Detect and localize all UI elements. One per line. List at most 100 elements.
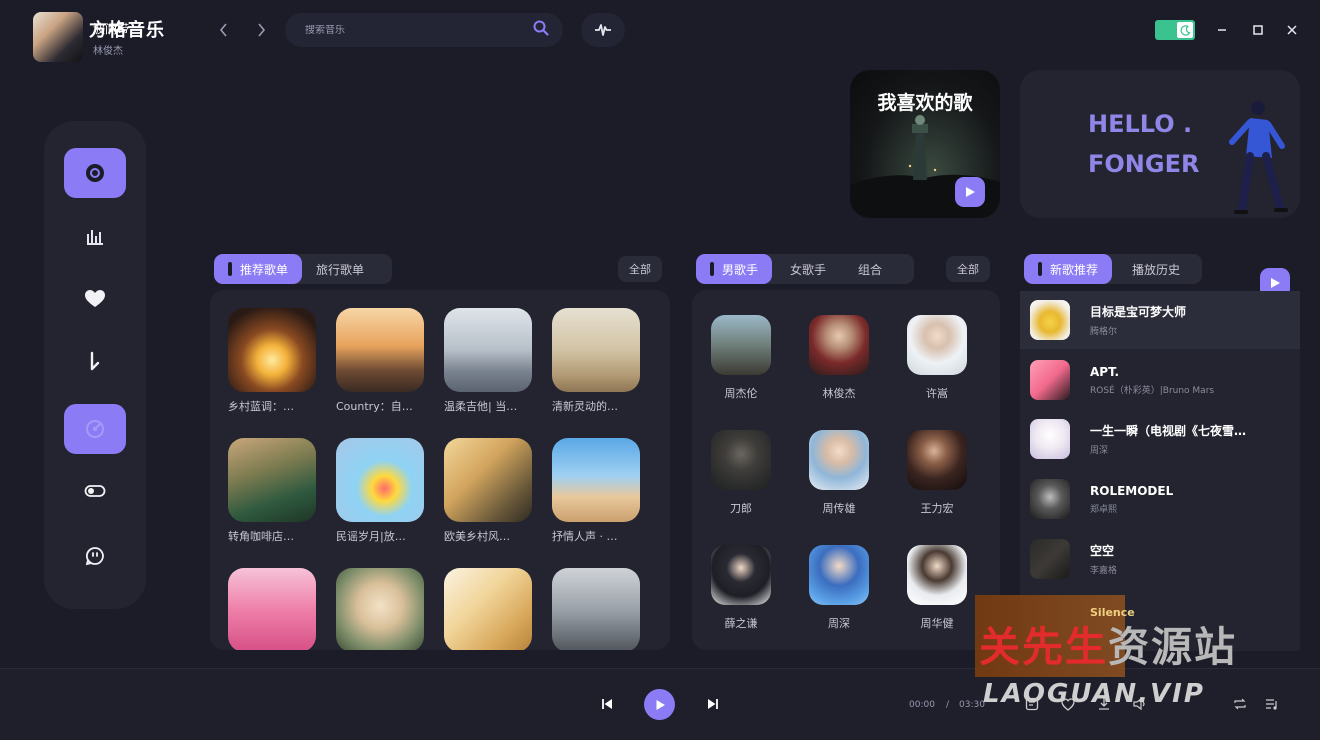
playlist-card[interactable] (444, 568, 534, 650)
artist-name: 周杰伦 (724, 387, 758, 400)
artist-card[interactable]: 林俊杰 (799, 315, 879, 401)
tab-groups[interactable]: 组合 (844, 254, 896, 284)
artist-card[interactable]: 周华健 (897, 545, 977, 631)
artist-card[interactable]: 许嵩 (897, 315, 977, 401)
tab-female-singers[interactable]: 女歌手 (772, 254, 844, 284)
favorite-songs-card[interactable]: 我喜欢的歌 (850, 70, 1000, 218)
minimize-button[interactable] (1212, 20, 1232, 40)
playlist-cover (552, 308, 640, 392)
watermark-url: LAOGUAN.VIP (983, 679, 1205, 709)
watermark-title: 关先生资源站 (979, 613, 1237, 673)
artist-card[interactable]: 刀郎 (701, 430, 781, 516)
playlist-title: 乡村蓝调：… (228, 400, 294, 413)
artist-avatar (809, 315, 869, 375)
playlist-card[interactable] (228, 568, 318, 650)
sidebar-item-about[interactable] (64, 531, 126, 581)
favorite-title: 我喜欢的歌 (877, 92, 973, 114)
playlist-cover (552, 568, 640, 650)
waveform-icon (595, 24, 611, 36)
song-artist: 李嘉格 (1090, 566, 1118, 576)
now-playing-title: 波间带 (93, 22, 130, 36)
previous-button[interactable] (595, 692, 619, 716)
playlist-card[interactable]: 抒情人声 · … (552, 438, 642, 544)
artist-name: 许嵩 (926, 387, 948, 400)
play-pause-button[interactable] (644, 689, 675, 720)
sidebar-item-music[interactable] (64, 337, 126, 387)
playlist-cover (444, 568, 532, 650)
artist-name: 周传雄 (822, 502, 856, 515)
time-separator: / (946, 700, 950, 710)
chevron-left-icon (219, 23, 227, 37)
heart-icon (85, 290, 105, 307)
playlist-card[interactable]: 清新灵动的… (552, 308, 642, 414)
song-row[interactable]: ROLEMODEL 郑卓熙 (1020, 470, 1300, 528)
artist-card[interactable]: 周杰伦 (701, 315, 781, 401)
artist-avatar (711, 545, 771, 605)
song-row[interactable]: 一生一瞬（电视剧《七夜雪… 周深 (1020, 410, 1300, 468)
artist-card[interactable]: 周深 (799, 545, 879, 631)
new-songs-tabs: 新歌推荐 播放历史 (1024, 254, 1202, 284)
playlist-card[interactable]: 乡村蓝调：… (228, 308, 318, 414)
song-artist: 腾格尔 (1090, 327, 1118, 337)
playlist-card[interactable]: 民谣岁月|放… (336, 438, 426, 544)
theme-toggle[interactable] (1155, 20, 1195, 40)
playlist-title: 转角咖啡店… (228, 530, 294, 543)
play-icon (656, 699, 665, 710)
tab-recommended-playlists[interactable]: 推荐歌单 (214, 254, 303, 284)
search-input[interactable] (305, 24, 533, 36)
artist-card[interactable]: 薛之谦 (701, 545, 781, 631)
now-playing-cover[interactable] (33, 12, 83, 62)
forward-button[interactable] (250, 18, 272, 42)
song-row[interactable]: APT. ROSÉ（朴彩英）|Bruno Mars (1020, 351, 1300, 409)
sidebar-item-favorites[interactable] (64, 274, 126, 324)
song-cover (1030, 300, 1070, 340)
skip-next-icon (708, 699, 718, 709)
skip-previous-icon (602, 699, 612, 709)
favorite-play-button[interactable] (955, 177, 985, 207)
song-title: 空空 (1090, 544, 1115, 558)
tab-play-history[interactable]: 播放历史 (1112, 254, 1200, 284)
playlists-all-button[interactable]: 全部 (618, 256, 662, 282)
playlist-card[interactable]: 温柔吉他| 当… (444, 308, 534, 414)
song-row[interactable]: 目标是宝可梦大师 腾格尔 (1020, 291, 1300, 349)
sidebar-item-settings[interactable] (64, 466, 126, 516)
next-button[interactable] (701, 692, 725, 716)
artist-avatar (711, 430, 771, 490)
artist-name: 周华健 (920, 617, 954, 630)
close-icon (1287, 25, 1297, 35)
disc-icon (86, 164, 104, 182)
song-row[interactable]: 空空 李嘉格 (1020, 530, 1300, 588)
tab-new-songs[interactable]: 新歌推荐 (1024, 254, 1113, 284)
playlist-card[interactable] (336, 568, 426, 650)
bar-chart-icon (87, 230, 103, 245)
artist-card[interactable]: 王力宏 (897, 430, 977, 516)
tab-male-singers[interactable]: 男歌手 (696, 254, 773, 284)
sidebar-item-radio[interactable] (64, 404, 126, 454)
close-button[interactable] (1282, 20, 1302, 40)
sidebar-item-charts[interactable] (64, 211, 126, 261)
search-icon[interactable] (533, 20, 549, 40)
maximize-button[interactable] (1248, 20, 1268, 40)
back-button[interactable] (213, 18, 235, 42)
artist-panel: 周杰伦 林俊杰 许嵩 刀郎 周传雄 王力宏 薛之谦 周深 周华健 (692, 290, 1000, 650)
artists-all-button[interactable]: 全部 (946, 256, 990, 282)
now-playing-artist: 林俊杰 (93, 46, 123, 57)
playlist-title: Country：自… (336, 400, 413, 413)
sidebar-item-discover[interactable] (64, 148, 126, 198)
watermark-part-2: 资源站 (1108, 623, 1237, 671)
playlist-cover (444, 438, 532, 522)
playlist-card[interactable] (552, 568, 642, 650)
tab-travel-playlists[interactable]: 旅行歌单 (302, 254, 378, 284)
playlist-card[interactable]: Country：自… (336, 308, 426, 414)
playlist-cover (336, 438, 424, 522)
artist-avatar (809, 545, 869, 605)
playlist-card[interactable]: 欧美乡村风… (444, 438, 534, 544)
playlist-card[interactable]: 转角咖啡店… (228, 438, 318, 544)
music-note-icon (90, 351, 100, 371)
audio-wave-button[interactable] (581, 13, 625, 47)
artist-avatar (907, 315, 967, 375)
artist-card[interactable]: 周传雄 (799, 430, 879, 516)
playlist-tabs: 推荐歌单 旅行歌单 (214, 254, 392, 284)
playlist-title: 欧美乡村风… (444, 530, 510, 543)
artist-avatar (907, 545, 967, 605)
